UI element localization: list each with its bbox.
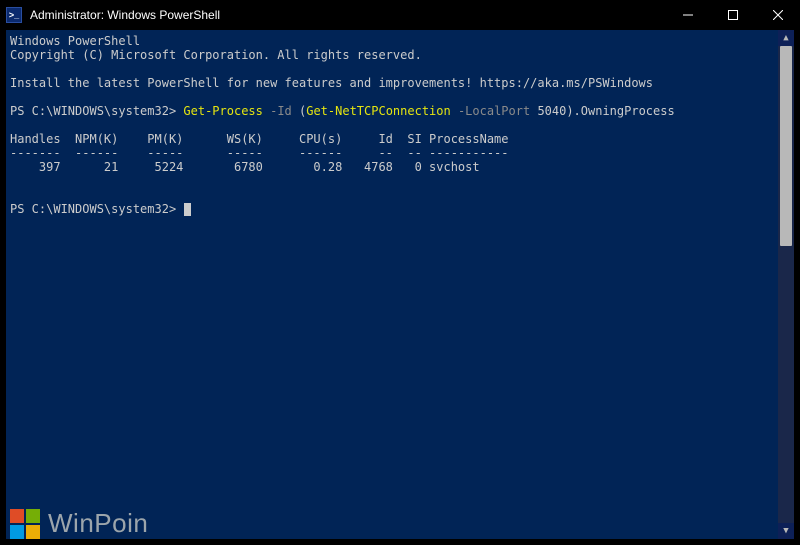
minimize-button[interactable]: [665, 0, 710, 30]
terminal-content: Windows PowerShell Copyright (C) Microso…: [8, 32, 792, 537]
blank-line: [10, 90, 788, 104]
logo-square: [26, 525, 40, 539]
windows-logo-icon: [10, 509, 40, 539]
app-icon-wrap: >_: [0, 7, 28, 23]
watermark-text: WinPoin: [48, 508, 148, 539]
watermark: WinPoin: [10, 508, 148, 539]
window-title: Administrator: Windows PowerShell: [28, 8, 665, 22]
blank-line: [10, 118, 788, 132]
cmdlet-text: Get-Process: [183, 104, 270, 118]
param-flag: -LocalPort: [458, 104, 537, 118]
banner-line: Windows PowerShell: [10, 34, 788, 48]
titlebar[interactable]: >_ Administrator: Windows PowerShell: [0, 0, 800, 30]
window-controls: [665, 0, 800, 30]
table-header: Handles NPM(K) PM(K) WS(K) CPU(s) Id SI …: [10, 132, 788, 146]
scroll-down-arrow-icon[interactable]: ▼: [778, 523, 794, 539]
table-divider: ------- ------ ----- ----- ------ -- -- …: [10, 146, 788, 160]
scroll-track[interactable]: [778, 46, 794, 523]
command-line: PS C:\WINDOWS\system32> Get-Process -Id …: [10, 104, 788, 118]
blank-line: [10, 62, 788, 76]
powershell-icon: >_: [6, 7, 22, 23]
maximize-button[interactable]: [710, 0, 755, 30]
blank-line: [10, 188, 788, 202]
scroll-up-arrow-icon[interactable]: ▲: [778, 30, 794, 46]
logo-square: [10, 525, 24, 539]
prompt-text: PS C:\WINDOWS\system32>: [10, 202, 183, 216]
cursor: [184, 203, 191, 216]
logo-square: [26, 509, 40, 523]
close-button[interactable]: [755, 0, 800, 30]
banner-line: Install the latest PowerShell for new fe…: [10, 76, 788, 90]
scroll-thumb[interactable]: [780, 46, 792, 246]
blank-line: [10, 174, 788, 188]
param-flag: -Id: [270, 104, 299, 118]
powershell-window: >_ Administrator: Windows PowerShell Win…: [0, 0, 800, 545]
prompt-text: PS C:\WINDOWS\system32>: [10, 104, 183, 118]
cmd-text: 5040).OwningProcess: [537, 104, 674, 118]
banner-line: Copyright (C) Microsoft Corporation. All…: [10, 48, 788, 62]
terminal-area[interactable]: Windows PowerShell Copyright (C) Microso…: [6, 30, 794, 539]
table-row: 397 21 5224 6780 0.28 4768 0 svchost: [10, 160, 788, 174]
logo-square: [10, 509, 24, 523]
prompt-line[interactable]: PS C:\WINDOWS\system32>: [10, 202, 788, 216]
vertical-scrollbar[interactable]: ▲ ▼: [778, 30, 794, 539]
cmdlet-text: Get-NetTCPConnection: [306, 104, 458, 118]
